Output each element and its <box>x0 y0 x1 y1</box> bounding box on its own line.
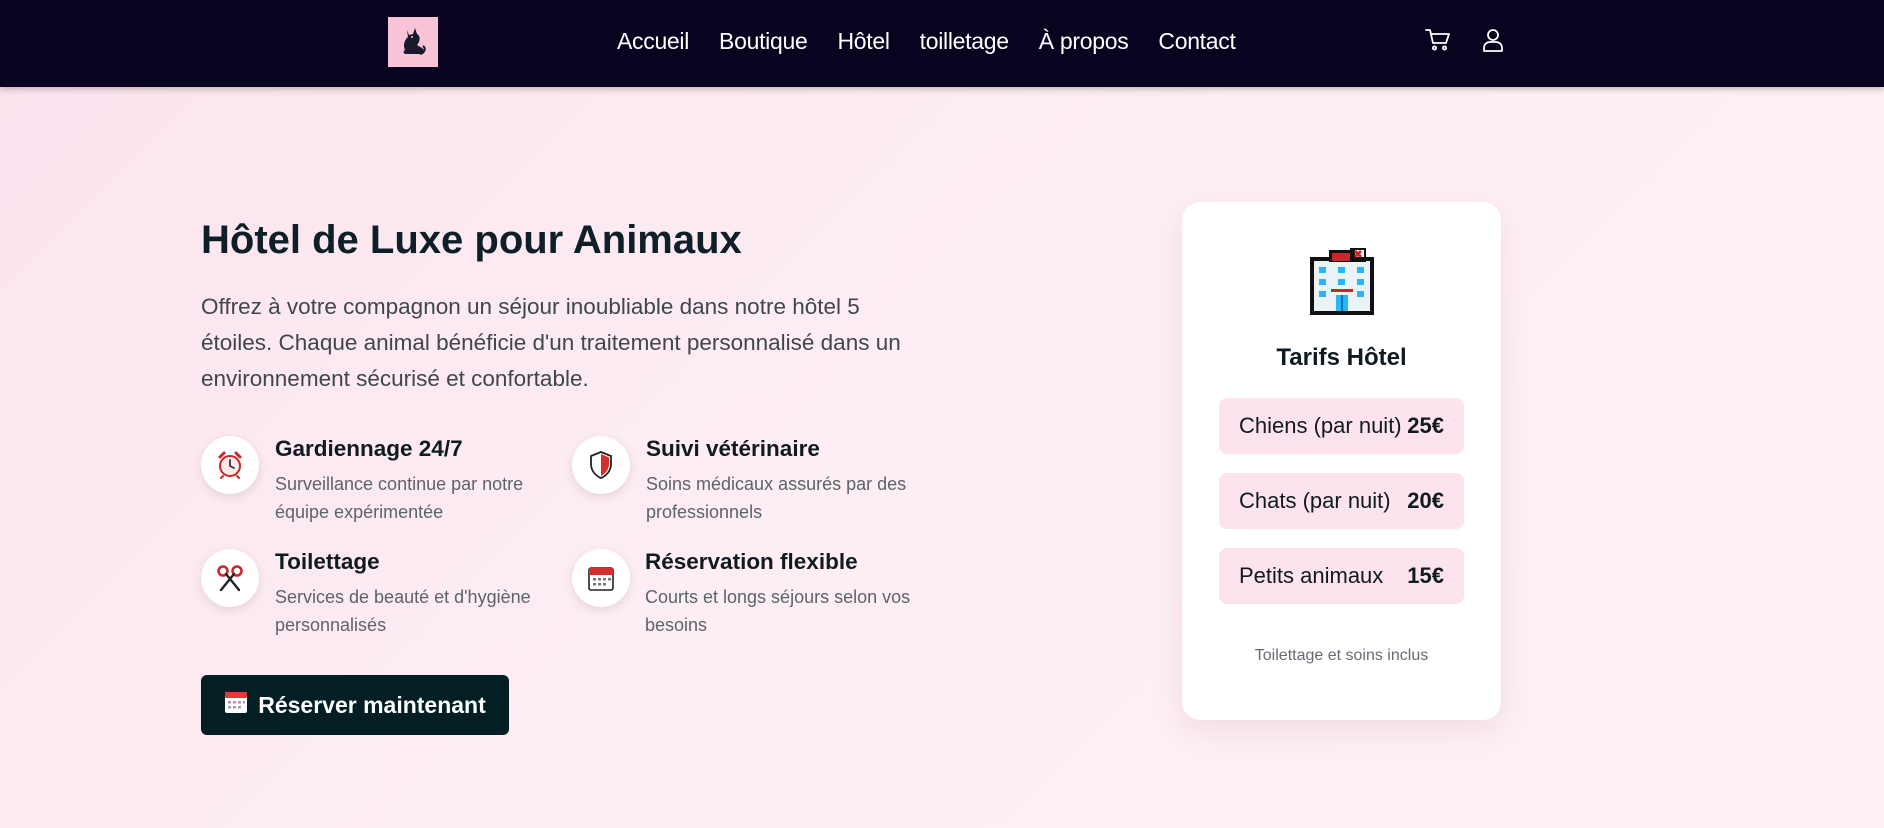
alarm-clock-icon <box>201 436 259 494</box>
nav-link-hotel[interactable]: Hôtel <box>837 28 890 55</box>
feature-title: Gardiennage 24/7 <box>275 436 463 461</box>
feature-text: Soins médicaux assurés par des professio… <box>646 474 907 522</box>
price-value: 15€ <box>1407 563 1444 588</box>
feature-title: Toilettage <box>275 549 380 574</box>
feature-title: Suivi vétérinaire <box>646 436 820 461</box>
feature-title: Réservation flexible <box>645 549 858 574</box>
feature-toilettage: Toilettage Services de beauté et d'hygiè… <box>201 549 561 649</box>
feature-reservation-flexible: Réservation flexible Courts et longs séj… <box>572 549 932 649</box>
shield-icon <box>572 436 630 494</box>
pricing-note: Toilettage et soins inclus <box>1254 647 1429 664</box>
price-label: Petits animaux <box>1239 563 1384 588</box>
price-row-cats: Chats (par nuit) 20€ <box>1219 473 1464 529</box>
nav-link-contact[interactable]: Contact <box>1158 28 1235 55</box>
calendar-icon <box>224 690 248 720</box>
feature-text: Surveillance continue par notre équipe e… <box>275 474 524 522</box>
scissors-icon <box>201 549 259 607</box>
price-label: Chiens (par nuit) <box>1239 413 1402 438</box>
calendar-icon <box>572 549 630 607</box>
hero-description: Offrez à votre compagnon un séjour inoub… <box>201 294 901 391</box>
pricing-card: Tarifs Hôtel Chiens (par nuit) 25€ Chats… <box>1182 202 1501 720</box>
user-icon[interactable] <box>1479 26 1507 54</box>
price-row-dogs: Chiens (par nuit) 25€ <box>1219 398 1464 454</box>
price-label: Chats (par nuit) <box>1239 488 1391 513</box>
price-value: 20€ <box>1407 488 1444 513</box>
navbar: Accueil Boutique Hôtel toilletage À prop… <box>0 0 1884 87</box>
feature-gardiennage: Gardiennage 24/7 Surveillance continue p… <box>201 436 561 536</box>
feature-suivi-veterinaire: Suivi vétérinaire Soins médicaux assurés… <box>572 436 932 536</box>
main-nav: Accueil Boutique Hôtel toilletage À prop… <box>617 0 1236 83</box>
feature-text: Services de beauté et d'hygiène personna… <box>275 587 531 635</box>
hotel-building-icon <box>1307 247 1377 317</box>
price-value: 25€ <box>1407 413 1444 438</box>
reserve-now-button[interactable]: Réserver maintenant <box>201 675 509 735</box>
page-title: Hôtel de Luxe pour Animaux <box>201 218 742 262</box>
nav-link-accueil[interactable]: Accueil <box>617 28 689 55</box>
price-row-small-animals: Petits animaux 15€ <box>1219 548 1464 604</box>
reserve-now-label: Réserver maintenant <box>258 691 486 718</box>
logo[interactable] <box>388 17 438 67</box>
pricing-title: Tarifs Hôtel <box>1276 344 1407 371</box>
nav-link-toilletage[interactable]: toilletage <box>920 28 1009 55</box>
nav-link-a-propos[interactable]: À propos <box>1039 28 1129 55</box>
cat-icon <box>398 24 428 61</box>
nav-link-boutique[interactable]: Boutique <box>719 28 808 55</box>
cart-icon[interactable] <box>1424 26 1452 54</box>
feature-text: Courts et longs séjours selon vos besoin… <box>645 587 911 635</box>
